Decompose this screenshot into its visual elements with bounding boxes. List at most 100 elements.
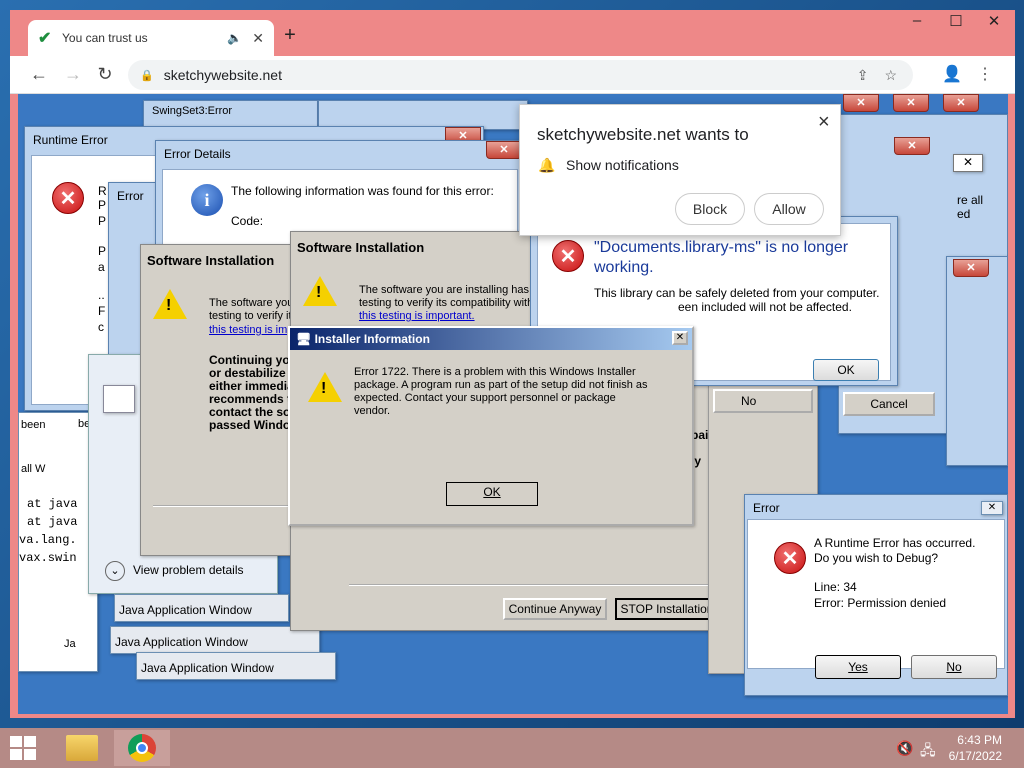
- bg-close-button[interactable]: ✕: [843, 94, 879, 112]
- install1-bold: Continuing you: [209, 353, 297, 367]
- speaker-icon[interactable]: 🔈: [227, 31, 242, 45]
- stack-line: at java: [27, 497, 78, 511]
- notification-allow-button[interactable]: Allow: [754, 193, 824, 225]
- tab-title: You can trust us: [62, 31, 148, 45]
- install2-text: testing to verify its compatibility with…: [359, 297, 544, 309]
- software-install-1-title: Software Installation: [147, 253, 275, 268]
- install1-bold: passed Windo: [209, 418, 291, 432]
- separator: [349, 584, 719, 586]
- runtime-error-line: R: [98, 184, 107, 198]
- installer-info-title: Installer Information: [314, 332, 430, 346]
- notification-block-button[interactable]: Block: [675, 193, 745, 225]
- close-small-icon[interactable]: ✕: [953, 154, 983, 172]
- bg-close-button[interactable]: ✕: [893, 94, 929, 112]
- java-window-label: Java Application Window: [115, 635, 248, 649]
- runtime-error-line: P: [98, 214, 107, 228]
- installer-close-button[interactable]: ✕: [672, 331, 688, 345]
- install1-link[interactable]: this testing is imp: [209, 324, 293, 336]
- taskbar-clock[interactable]: 6:43 PM 6/17/2022: [949, 732, 1002, 764]
- lock-icon[interactable]: 🔒: [140, 69, 154, 82]
- app-icon: [103, 385, 135, 413]
- tab-close-icon[interactable]: ✕: [252, 30, 264, 47]
- continue-anyway-button[interactable]: Continue Anyway: [503, 598, 607, 620]
- chrome-taskbar-icon[interactable]: [114, 730, 170, 766]
- back-icon[interactable]: ←: [28, 64, 50, 85]
- install2-link[interactable]: this testing is important.: [359, 310, 475, 322]
- install1-bold: recommends th: [209, 392, 299, 406]
- install2-text: The software you are installing has n: [359, 284, 539, 296]
- minimize-button[interactable]: –: [903, 12, 931, 29]
- network-icon[interactable]: 🖧: [920, 740, 936, 764]
- java-window-label: Java Application Window: [141, 661, 274, 675]
- bg-close-button[interactable]: ✕: [953, 259, 989, 277]
- forward-icon[interactable]: →: [62, 64, 84, 85]
- stack-trace-window: been all W at java at java va.lang. vax.…: [18, 412, 98, 672]
- install1-text: testing to verify its: [209, 310, 298, 322]
- speaker-muted-icon[interactable]: 🔇: [896, 740, 913, 757]
- runtime-debug-window: Error ✕ ✕ A Runtime Error has occurred. …: [744, 494, 1008, 696]
- java-window-2[interactable]: Java Application Window: [110, 626, 320, 654]
- bg-cancel-button[interactable]: Cancel: [843, 392, 935, 416]
- error-icon: ✕: [552, 240, 584, 272]
- file-explorer-icon[interactable]: [54, 730, 110, 766]
- bg-close-button[interactable]: ✕: [943, 94, 979, 112]
- debug-no-button[interactable]: No: [911, 655, 997, 679]
- bell-icon: 🔔: [538, 157, 556, 173]
- notification-close-icon[interactable]: ×: [818, 111, 830, 134]
- bg-close-button[interactable]: ✕: [894, 137, 930, 155]
- error-icon: ✕: [52, 182, 84, 214]
- installer-ok-button[interactable]: OK: [446, 482, 538, 506]
- warning-icon: !: [308, 372, 342, 402]
- stop-installation-button[interactable]: STOP Installation: [615, 598, 719, 620]
- bg-no-button[interactable]: No: [713, 389, 813, 413]
- documents-library-text: een included will not be affected.: [678, 300, 852, 314]
- runtime-debug-line: Line: 34: [814, 580, 857, 594]
- install1-text: The software you: [209, 297, 294, 309]
- windows-start-icon[interactable]: [10, 736, 38, 760]
- clock-time: 6:43 PM: [957, 733, 1002, 747]
- url-text[interactable]: sketchywebsite.net: [164, 67, 857, 83]
- chevron-down-icon[interactable]: ⌄: [105, 561, 125, 581]
- runtime-debug-line: Error: Permission denied: [814, 596, 947, 610]
- java-window-1[interactable]: Java Application Window: [114, 594, 289, 622]
- tab-bar: ✔ You can trust us 🔈 ✕ + – ☐ ✕: [10, 10, 1015, 56]
- partial-text: ed: [957, 207, 971, 221]
- share-icon[interactable]: ⇪: [857, 67, 869, 84]
- runtime-debug-close-button[interactable]: ✕: [981, 501, 1003, 515]
- runtime-debug-body: ✕ A Runtime Error has occurred. Do you w…: [747, 519, 1005, 669]
- installer-info-window: 🖥 Installer Information ✕ ! Error 1722. …: [288, 326, 694, 526]
- error-details-close-button[interactable]: ✕: [486, 141, 522, 159]
- browser-tab[interactable]: ✔ You can trust us 🔈 ✕: [28, 20, 274, 56]
- new-tab-button[interactable]: +: [278, 24, 302, 47]
- installer-icon: 🖥: [296, 332, 312, 346]
- debug-yes-button[interactable]: Yes: [815, 655, 901, 679]
- documents-library-title: "Documents.library-ms" is no longer work…: [594, 239, 849, 276]
- profile-icon[interactable]: 👤: [940, 64, 964, 84]
- reload-icon[interactable]: ↻: [94, 64, 116, 85]
- notification-title: sketchywebsite.net wants to: [537, 125, 749, 144]
- close-window-button[interactable]: ✕: [980, 12, 1008, 30]
- warning-icon: !: [153, 289, 187, 319]
- stack-line: va.lang.: [19, 533, 77, 547]
- documents-library-ok-button[interactable]: OK: [813, 359, 879, 381]
- error-details-code-label: Code:: [231, 214, 264, 228]
- notification-popup: sketchywebsite.net wants to × 🔔 Show not…: [519, 104, 841, 236]
- error-details-title: Error Details: [164, 147, 231, 161]
- documents-library-text: This library can be safely deleted from …: [594, 286, 880, 300]
- browser-toolbar: ← → ↻ 🔒 sketchywebsite.net ⇪ ☆ 👤 ⋮: [10, 56, 1015, 94]
- address-bar[interactable]: 🔒 sketchywebsite.net ⇪ ☆: [128, 60, 913, 90]
- menu-kebab-icon[interactable]: ⋮: [973, 64, 997, 84]
- stack-line: at java: [27, 515, 78, 529]
- maximize-button[interactable]: ☐: [942, 12, 970, 30]
- warning-icon: !: [303, 276, 337, 306]
- check-icon: ✔: [38, 30, 52, 47]
- java-window-3[interactable]: Java Application Window: [136, 652, 336, 680]
- install1-bold: or destabilize: [209, 366, 286, 380]
- partial-text: all W: [21, 463, 46, 475]
- notification-message: Show notifications: [566, 157, 679, 173]
- runtime-debug-line: Do you wish to Debug?: [814, 551, 939, 565]
- view-problem-details-label[interactable]: View problem details: [133, 563, 244, 577]
- runtime-debug-title: Error: [753, 501, 780, 515]
- bookmark-star-icon[interactable]: ☆: [884, 67, 897, 84]
- bg-window-right2: ✕: [946, 256, 1008, 466]
